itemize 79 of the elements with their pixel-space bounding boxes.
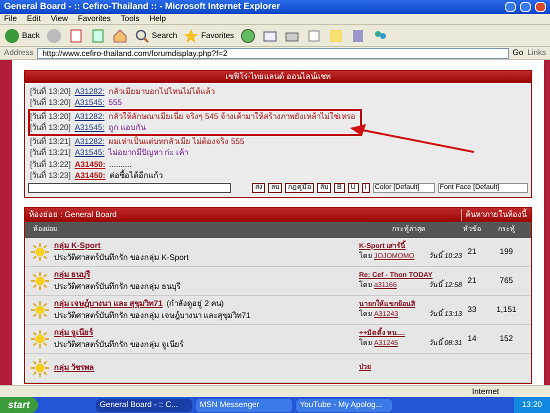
minimize-button[interactable]	[505, 2, 516, 12]
sun-icon	[31, 330, 49, 348]
sun-icon	[31, 272, 49, 290]
message-time: [วันที่ 13:20]	[30, 122, 71, 134]
chat-input[interactable]	[28, 183, 231, 193]
go-button[interactable]: Go	[512, 47, 524, 59]
message-time: [วันที่ 13:21]	[30, 136, 71, 147]
address-field[interactable]: http://www.cefiro-thailand.com/forumdisplay.php?f=2	[37, 48, 509, 58]
post-count: 765	[498, 275, 514, 287]
window-title: General Board - :: Cefiro-Thailand :: - Microsoft Internet Explorer	[4, 0, 282, 14]
stop-icon[interactable]	[68, 28, 84, 44]
viewer-note: (กำลังดูอยู่ 2 คน)	[166, 298, 224, 310]
thread-count: 33	[466, 304, 478, 316]
post-count: 199	[498, 246, 514, 258]
message-text: ต่อซื้อได้อีกแก้ว	[109, 170, 162, 182]
edit-icon[interactable]	[306, 28, 322, 44]
user-link[interactable]: A31450:	[74, 170, 106, 182]
message-text: ผมเห่าเป็นแต่บทกลัวเมีย ไม่ต้องจริง 555	[108, 136, 244, 148]
sun-icon	[31, 359, 49, 377]
user-link[interactable]: A31545:	[74, 147, 104, 160]
message-text: กลัวเมียมาบอกไปไหนไม่ได้แล้ว	[108, 86, 214, 98]
maximize-button[interactable]	[520, 2, 531, 12]
links-label[interactable]: Links	[527, 47, 546, 59]
thread-count: 14	[466, 333, 478, 345]
back-button[interactable]: Back	[4, 28, 40, 44]
menu-item[interactable]: View	[50, 13, 68, 25]
chat-title: เซฟิโร่-ไทยแลนด์ ออนไลน์แชท	[25, 71, 531, 83]
menu-item[interactable]: File	[4, 13, 17, 25]
forum-link[interactable]: กลุ่ม จูเนียร์	[54, 327, 94, 339]
message-time: [วันที่ 13:20]	[30, 110, 71, 122]
menu-item[interactable]: Favorites	[78, 13, 111, 25]
home-icon[interactable]	[112, 28, 128, 44]
refresh-icon[interactable]	[90, 28, 106, 44]
menu-item[interactable]: Help	[149, 13, 166, 25]
message-text: ไม่อยากมีปัญหา ก่ะ เค้า	[108, 147, 188, 160]
user-link[interactable]: A31545:	[74, 122, 104, 134]
menu-item[interactable]: Edit	[26, 13, 41, 25]
forum-link[interactable]: กลุ่ม ธนบุรี	[54, 269, 90, 281]
forum-title: ห้องย่อย : General Board	[28, 209, 118, 221]
thread-count: 21	[466, 246, 478, 258]
forum-search-link[interactable]: ค้นหาภายในห้องนี้	[460, 209, 531, 221]
zone-label: Internet	[472, 386, 500, 398]
menu-item[interactable]: Tools	[120, 13, 140, 25]
user-link[interactable]: A31282:	[74, 136, 104, 148]
post-count: 1,151	[495, 304, 518, 316]
forum-link[interactable]: กลุ่ม วัชรพล	[54, 362, 94, 374]
forum-description: ประวัติศาสตร์บันทึกรัก ของกลุ่ม K-Sport	[54, 252, 189, 264]
search-button[interactable]: Search	[134, 28, 178, 44]
forum-description: ประวัติศาสตร์บันทึกรัก ของกลุ่ม จูเนียร์	[54, 339, 184, 351]
message-text: กลัวให้ลักษณาเมียเนี่ย จริงๆ 545 จ้างเค้ามาให้สร้างภาพยังเหล้าไม่ใช่เหรอ	[108, 110, 356, 123]
message-time: [วันที่ 13:23]	[30, 170, 71, 182]
message-time: [วันที่ 13:20]	[30, 86, 71, 97]
sun-icon	[31, 301, 49, 319]
sun-icon	[31, 243, 49, 261]
forum-link[interactable]: กลุ่ม เจษฎ์บางนา และ สุขุมวิท71	[54, 298, 163, 310]
thread-count: 21	[466, 275, 478, 287]
taskbar-button[interactable]: General Board - :: C...	[96, 398, 192, 412]
address-label: Address	[4, 47, 34, 59]
message-time: [วันที่ 13:20]	[30, 97, 71, 110]
user-link[interactable]: A31450:	[74, 158, 106, 171]
taskbar-button[interactable]: YouTube - My Apolog...	[296, 398, 392, 412]
clock: 13:20	[514, 397, 550, 413]
message-time: [วันที่ 13:21]	[30, 147, 71, 159]
post-count: 152	[498, 333, 514, 345]
forum-description: ประวัติศาสตร์บันทึกรัก ของกลุ่ม ธนบุรี	[54, 281, 180, 293]
search-icon[interactable]	[134, 28, 150, 44]
message-time: [วันที่ 13:22]	[30, 158, 71, 170]
forum-link[interactable]: กลุ่ม K-Sport	[54, 240, 101, 252]
message-text: 555	[108, 97, 122, 110]
forum-description: ประวัติศาสตร์บันทึกรัก ของกลุ่ม เจษฎ์บางนา และสุขุมวิท71	[54, 310, 251, 322]
favorites-button[interactable]: Favorites	[183, 28, 234, 44]
user-link[interactable]: A31545:	[74, 97, 104, 110]
close-button[interactable]	[535, 2, 546, 12]
message-text: ถูก แอบกัน	[108, 122, 146, 134]
taskbar-button[interactable]: MSN Messenger	[196, 398, 292, 412]
user-link[interactable]: A31282:	[74, 110, 104, 123]
back-icon[interactable]	[4, 28, 20, 44]
message-text: ..........	[109, 158, 132, 170]
user-link[interactable]: A31282:	[74, 86, 104, 98]
